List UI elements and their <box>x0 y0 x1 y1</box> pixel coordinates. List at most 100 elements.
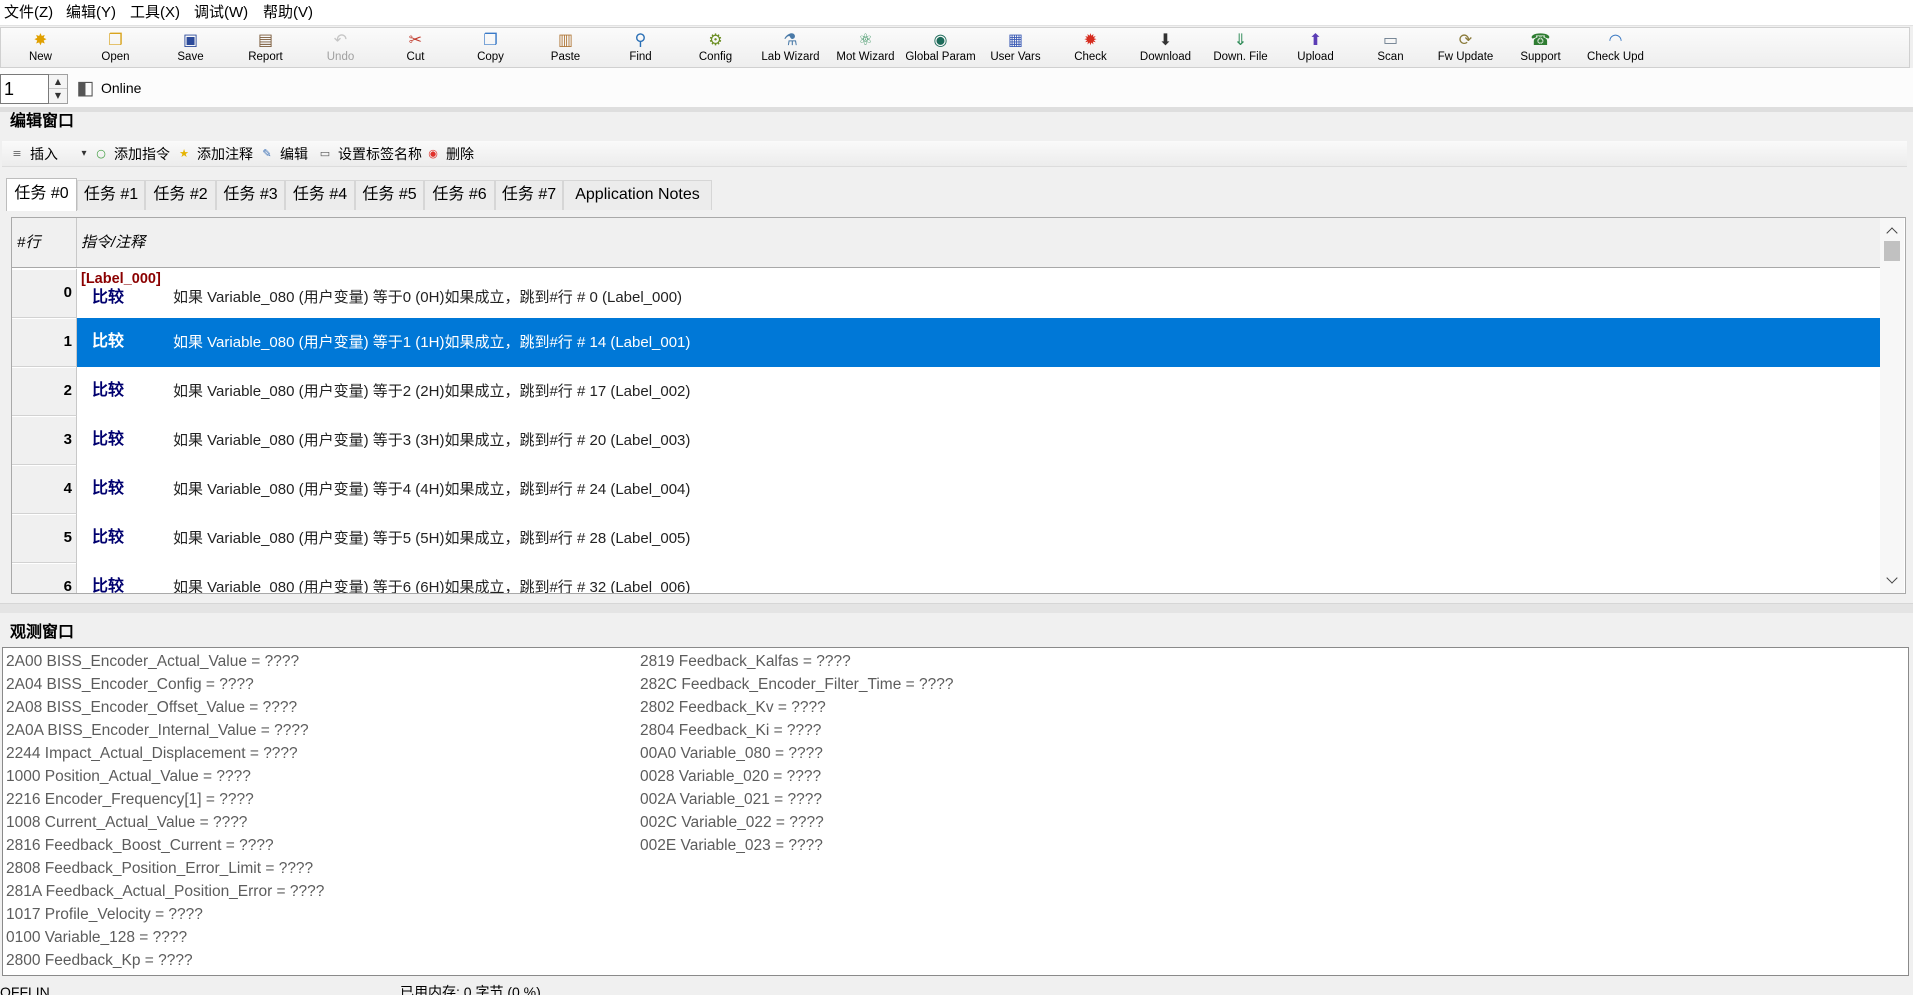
scan-button[interactable]: Scan <box>1353 28 1428 67</box>
menu-debug[interactable]: 调试(W) <box>194 0 248 26</box>
row-number[interactable]: 1 <box>12 318 77 367</box>
watch-item[interactable]: 2804 Feedback_Ki = ???? <box>640 719 953 742</box>
row-instruction-cell[interactable]: 比较 如果 Variable_080 (用户变量) 等于4 (4H)如果成立，跳… <box>77 465 1880 514</box>
row-number[interactable]: 2 <box>12 367 77 416</box>
paste-button[interactable]: Paste <box>528 28 603 67</box>
connection-status-label[interactable]: Online <box>101 79 141 97</box>
cut-button[interactable]: Cut <box>378 28 453 67</box>
watch-item[interactable]: 2808 Feedback_Position_Error_Limit = ???… <box>6 857 324 880</box>
row-instruction-cell[interactable]: [Label_000] 比较 如果 Variable_080 (用户变量) 等于… <box>77 269 1880 318</box>
row-instruction-cell[interactable]: 比较 如果 Variable_080 (用户变量) 等于5 (5H)如果成立，跳… <box>77 514 1880 563</box>
watch-item[interactable]: 1017 Profile_Velocity = ???? <box>6 903 324 926</box>
config-button[interactable]: Config <box>678 28 753 67</box>
watch-item[interactable]: 002A Variable_021 = ???? <box>640 788 953 811</box>
row-instruction-cell[interactable]: 比较 如果 Variable_080 (用户变量) 等于1 (1H)如果成立，跳… <box>77 318 1880 367</box>
watch-item[interactable]: 2216 Encoder_Frequency[1] = ???? <box>6 788 324 811</box>
column-header-line[interactable]: #行 <box>12 218 77 267</box>
menu-file[interactable]: 文件(Z) <box>4 0 53 26</box>
watch-item[interactable]: 2A0A BISS_Encoder_Internal_Value = ???? <box>6 719 324 742</box>
down-file-button[interactable]: Down. File <box>1203 28 1278 67</box>
row-instruction-cell[interactable]: 比较 如果 Variable_080 (用户变量) 等于2 (2H)如果成立，跳… <box>77 367 1880 416</box>
support-button[interactable]: Support <box>1503 28 1578 67</box>
splitter-middle[interactable] <box>0 603 1913 613</box>
tab-task-5[interactable]: 任务 #5 <box>355 180 424 210</box>
watch-item[interactable]: 2244 Impact_Actual_Displacement = ???? <box>6 742 324 765</box>
table-row[interactable]: 0 [Label_000] 比较 如果 Variable_080 (用户变量) … <box>12 269 1880 318</box>
tab-task-3[interactable]: 任务 #3 <box>216 180 285 210</box>
watch-item[interactable]: 1008 Current_Actual_Value = ???? <box>6 811 324 834</box>
watch-item[interactable]: 2819 Feedback_Kalfas = ???? <box>640 650 953 673</box>
report-button[interactable]: Report <box>228 28 303 67</box>
table-row[interactable]: 6 比较 如果 Variable_080 (用户变量) 等于6 (6H)如果成立… <box>12 563 1880 593</box>
watch-item[interactable]: 0100 Variable_128 = ???? <box>6 926 324 949</box>
row-number[interactable]: 5 <box>12 514 77 563</box>
set-label-name-button[interactable]: 设置标签名称 <box>319 141 422 167</box>
tab-application-notes[interactable]: Application Notes <box>563 180 712 210</box>
connection-icon[interactable] <box>73 77 98 99</box>
watch-item[interactable]: 002C Variable_022 = ???? <box>640 811 953 834</box>
table-row[interactable]: 1 比较 如果 Variable_080 (用户变量) 等于1 (1H)如果成立… <box>12 318 1880 367</box>
global-param-button[interactable]: Global Param <box>903 28 978 67</box>
spin-up-arrow-icon[interactable] <box>49 75 67 89</box>
watch-item[interactable]: 2A04 BISS_Encoder_Config = ???? <box>6 673 324 696</box>
watch-item[interactable]: 2816 Feedback_Boost_Current = ???? <box>6 834 324 857</box>
column-header-instruction[interactable]: 指令/注释 <box>81 218 145 267</box>
tab-task-2[interactable]: 任务 #2 <box>145 180 216 210</box>
scroll-up-chevron-icon[interactable] <box>1880 222 1904 240</box>
copy-button[interactable]: Copy <box>453 28 528 67</box>
find-button[interactable]: Find <box>603 28 678 67</box>
watch-item[interactable]: 2A00 BISS_Encoder_Actual_Value = ???? <box>6 650 324 673</box>
open-button[interactable]: Open <box>78 28 153 67</box>
row-number[interactable]: 6 <box>12 563 77 593</box>
table-row[interactable]: 4 比较 如果 Variable_080 (用户变量) 等于4 (4H)如果成立… <box>12 465 1880 514</box>
new-button[interactable]: New <box>3 28 78 67</box>
watch-item[interactable]: 2A08 BISS_Encoder_Offset_Value = ???? <box>6 696 324 719</box>
undo-button[interactable]: Undo <box>303 28 378 67</box>
save-button[interactable]: Save <box>153 28 228 67</box>
user-vars-button[interactable]: User Vars <box>978 28 1053 67</box>
watch-item[interactable]: 282C Feedback_Encoder_Filter_Time = ???? <box>640 673 953 696</box>
add-instruction-button[interactable]: 添加指令 <box>95 141 170 167</box>
insert-dropdown-chevron-icon[interactable] <box>78 147 90 161</box>
watch-item[interactable]: 2800 Feedback_Kp = ???? <box>6 949 324 972</box>
table-row[interactable]: 3 比较 如果 Variable_080 (用户变量) 等于3 (3H)如果成立… <box>12 416 1880 465</box>
tab-task-6[interactable]: 任务 #6 <box>424 180 495 210</box>
tab-task-7[interactable]: 任务 #7 <box>495 180 563 210</box>
row-number[interactable]: 0 <box>12 269 77 318</box>
watch-item[interactable]: 0028 Variable_020 = ???? <box>640 765 953 788</box>
row-number[interactable]: 3 <box>12 416 77 465</box>
watch-item[interactable]: 1000 Position_Actual_Value = ???? <box>6 765 324 788</box>
scrollbar-thumb[interactable] <box>1884 241 1900 261</box>
row-instruction-cell[interactable]: 比较 如果 Variable_080 (用户变量) 等于3 (3H)如果成立，跳… <box>77 416 1880 465</box>
delete-button[interactable]: 删除 <box>427 141 474 167</box>
row-number[interactable]: 4 <box>12 465 77 514</box>
table-row[interactable]: 5 比较 如果 Variable_080 (用户变量) 等于5 (5H)如果成立… <box>12 514 1880 563</box>
add-comment-button[interactable]: 添加注释 <box>178 141 253 167</box>
mot-wizard-button[interactable]: Mot Wizard <box>828 28 903 67</box>
spin-down-arrow-icon[interactable] <box>49 89 67 103</box>
menu-edit[interactable]: 编辑(Y) <box>66 0 116 26</box>
menu-tools[interactable]: 工具(X) <box>130 0 180 26</box>
watch-item[interactable]: 002E Variable_023 = ???? <box>640 834 953 857</box>
watch-item[interactable]: 00A0 Variable_080 = ???? <box>640 742 953 765</box>
menu-help[interactable]: 帮助(V) <box>263 0 313 26</box>
watch-item[interactable]: 2802 Feedback_Kv = ???? <box>640 696 953 719</box>
tab-task-0[interactable]: 任务 #0 <box>6 178 77 211</box>
watch-item[interactable]: 281A Feedback_Actual_Position_Error = ??… <box>6 880 324 903</box>
scroll-down-chevron-icon[interactable] <box>1880 571 1904 589</box>
table-row[interactable]: 2 比较 如果 Variable_080 (用户变量) 等于2 (2H)如果成立… <box>12 367 1880 416</box>
download-button[interactable]: Download <box>1128 28 1203 67</box>
row-instruction-cell[interactable]: 比较 如果 Variable_080 (用户变量) 等于6 (6H)如果成立，跳… <box>77 563 1880 593</box>
axis-number-input[interactable] <box>0 74 49 104</box>
fw-update-button[interactable]: Fw Update <box>1428 28 1503 67</box>
lab-wizard-button[interactable]: Lab Wizard <box>753 28 828 67</box>
check-upd-button[interactable]: Check Upd <box>1578 28 1653 67</box>
insert-button[interactable]: 插入 <box>11 141 58 167</box>
edit-button[interactable]: 编辑 <box>261 141 308 167</box>
check-button[interactable]: Check <box>1053 28 1128 67</box>
tab-task-1[interactable]: 任务 #1 <box>77 180 145 210</box>
watch-window[interactable]: 2A00 BISS_Encoder_Actual_Value = ???? 2A… <box>2 647 1909 976</box>
tab-task-4[interactable]: 任务 #4 <box>285 180 355 210</box>
upload-button[interactable]: Upload <box>1278 28 1353 67</box>
grid-vertical-scrollbar[interactable] <box>1880 218 1904 593</box>
